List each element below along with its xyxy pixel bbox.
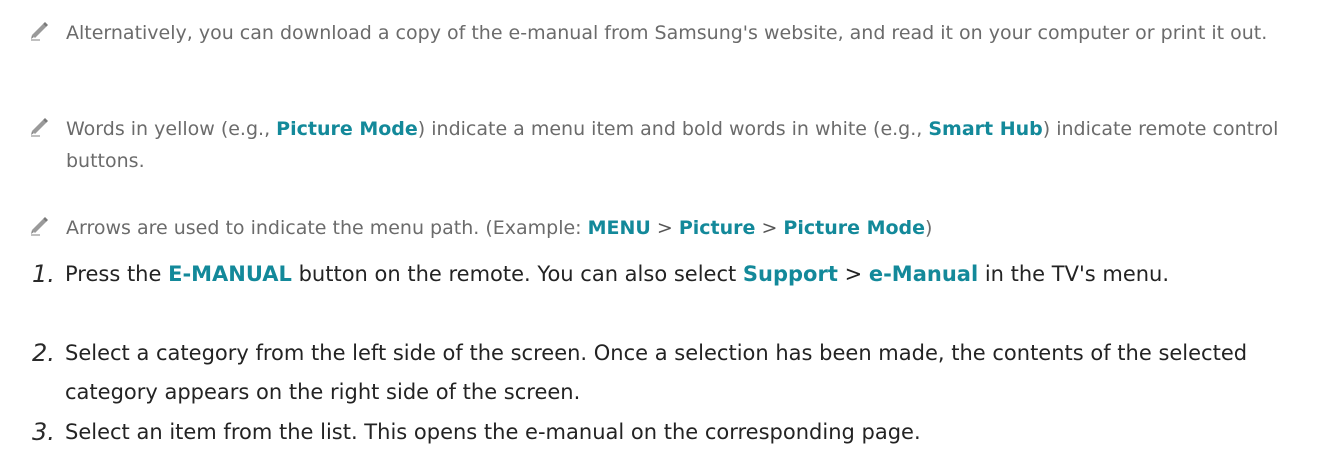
- pencil-icon: [28, 115, 66, 141]
- step-text: Press the E-MANUAL button on the remote.…: [65, 255, 1315, 294]
- note-menu-path: Arrows are used to indicate the menu pat…: [28, 212, 1318, 244]
- e-manual-page: Alternatively, you can download a copy o…: [0, 0, 1344, 466]
- step-2: 2. Select a category from the left side …: [32, 334, 1322, 412]
- menu-path-e-manual: e-Manual: [868, 262, 979, 286]
- note-text: Words in yellow (e.g., Picture Mode) ind…: [66, 113, 1306, 177]
- note-text-segment: ): [925, 217, 933, 239]
- menu-path-menu: MENU: [587, 217, 651, 239]
- pencil-icon: [28, 19, 66, 45]
- step-1: 1. Press the E-MANUAL button on the remo…: [32, 255, 1322, 294]
- note-text: Alternatively, you can download a copy o…: [66, 22, 1268, 44]
- menu-path-separator: >: [650, 217, 679, 239]
- note-color-legend: Words in yellow (e.g., Picture Mode) ind…: [28, 113, 1318, 177]
- note-text-segment: Arrows are used to indicate the menu pat…: [66, 217, 588, 239]
- step-number: 2.: [32, 339, 55, 367]
- step-number: 3.: [32, 418, 55, 446]
- pencil-icon: [28, 214, 66, 240]
- step-text: Select an item from the list. This opens…: [65, 420, 921, 444]
- step-number: 1.: [32, 260, 55, 288]
- menu-path-separator: >: [837, 262, 869, 286]
- step-text-segment: Press the: [65, 262, 169, 286]
- note-text-segment: ) indicate a menu item and bold words in…: [417, 118, 929, 140]
- note-text-segment: Words in yellow (e.g.,: [66, 118, 277, 140]
- menu-path-picture: Picture: [678, 217, 756, 239]
- step-text-segment: in the TV's menu.: [978, 262, 1170, 286]
- button-example: Smart Hub: [928, 118, 1043, 140]
- step-3: 3. Select an item from the list. This op…: [32, 413, 1322, 452]
- note-text: Arrows are used to indicate the menu pat…: [66, 212, 1306, 244]
- menu-path-separator: >: [755, 217, 784, 239]
- step-text-segment: button on the remote. You can also selec…: [291, 262, 743, 286]
- menu-item-example: Picture Mode: [276, 118, 418, 140]
- menu-path-support: Support: [742, 262, 838, 286]
- menu-path-picture-mode: Picture Mode: [783, 217, 926, 239]
- step-text: Select a category from the left side of …: [65, 341, 1248, 404]
- note-download: Alternatively, you can download a copy o…: [28, 17, 1318, 49]
- e-manual-button-label: E-MANUAL: [168, 262, 292, 286]
